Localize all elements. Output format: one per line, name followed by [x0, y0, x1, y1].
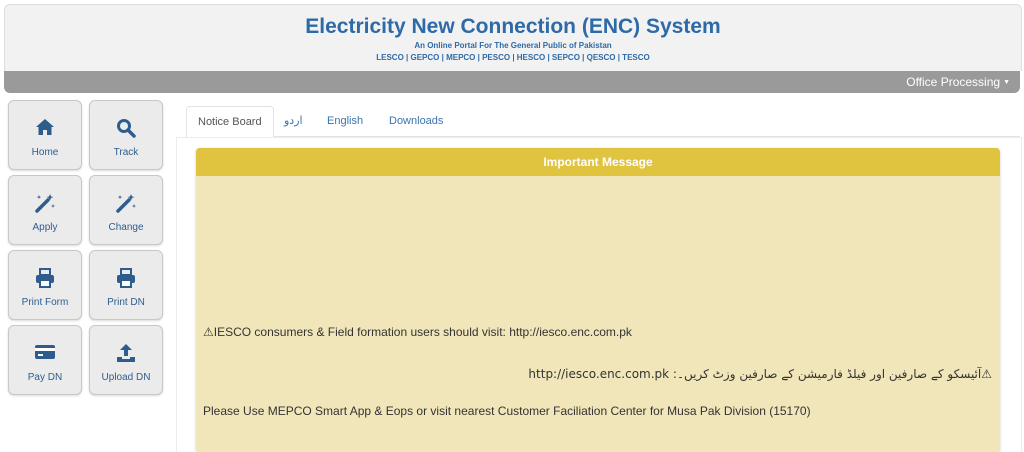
credit-card-icon [9, 343, 81, 365]
important-message-box: Important Message ⚠IESCO consumers & Fie… [196, 148, 1000, 451]
apply-label: Apply [32, 222, 58, 233]
upload-dn-button[interactable]: Upload DN [89, 325, 163, 395]
office-processing-label: Office Processing [906, 75, 1001, 89]
home-icon [9, 118, 81, 140]
magic-wand-icon [90, 193, 162, 215]
caret-down-icon: ▼ [1003, 79, 1010, 87]
change-label: Change [108, 222, 144, 233]
mepco-notice: Please Use MEPCO Smart App & Eops or vis… [203, 404, 811, 418]
change-button[interactable]: Change [89, 175, 163, 245]
magic-wand-icon [9, 193, 81, 215]
home-button[interactable]: Home [8, 100, 82, 170]
iesco-notice-english: ⚠IESCO consumers & Field formation users… [203, 325, 632, 339]
print-dn-button[interactable]: Print DN [89, 250, 163, 320]
tab-urdu[interactable]: اردو [273, 106, 314, 136]
pay-dn-button[interactable]: Pay DN [8, 325, 82, 395]
search-icon [90, 118, 162, 140]
page-title: Electricity New Connection (ENC) System [305, 15, 721, 38]
office-processing-menu[interactable]: Office Processing ▼ [906, 75, 1010, 89]
tab-downloads[interactable]: Downloads [378, 106, 454, 136]
print-form-label: Print Form [21, 297, 69, 308]
important-message-heading: Important Message [196, 148, 1000, 176]
notice-tabs: Notice Board اردو English Downloads [186, 106, 1020, 138]
tab-english[interactable]: English [316, 106, 374, 136]
upload-dn-label: Upload DN [101, 372, 151, 383]
pay-dn-label: Pay DN [27, 372, 63, 383]
apply-button[interactable]: Apply [8, 175, 82, 245]
print-dn-label: Print DN [107, 297, 145, 308]
site-header: Electricity New Connection (ENC) System … [4, 4, 1022, 71]
track-label: Track [113, 147, 139, 158]
track-button[interactable]: Track [89, 100, 163, 170]
printer-icon [9, 268, 81, 290]
home-label: Home [31, 147, 59, 158]
top-navbar: Office Processing ▼ [4, 71, 1020, 93]
iesco-notice-urdu: ⚠آئیسکو کے صارفین اور فیلڈ فارمیشن کے صا… [528, 367, 992, 381]
tab-notice-board[interactable]: Notice Board [186, 106, 274, 138]
upload-icon [90, 343, 162, 365]
page-subtitle: An Online Portal For The General Public … [414, 41, 612, 50]
printer-icon [90, 268, 162, 290]
companies-list: LESCO | GEPCO | MEPCO | PESCO | HESCO | … [376, 53, 650, 62]
print-form-button[interactable]: Print Form [8, 250, 82, 320]
